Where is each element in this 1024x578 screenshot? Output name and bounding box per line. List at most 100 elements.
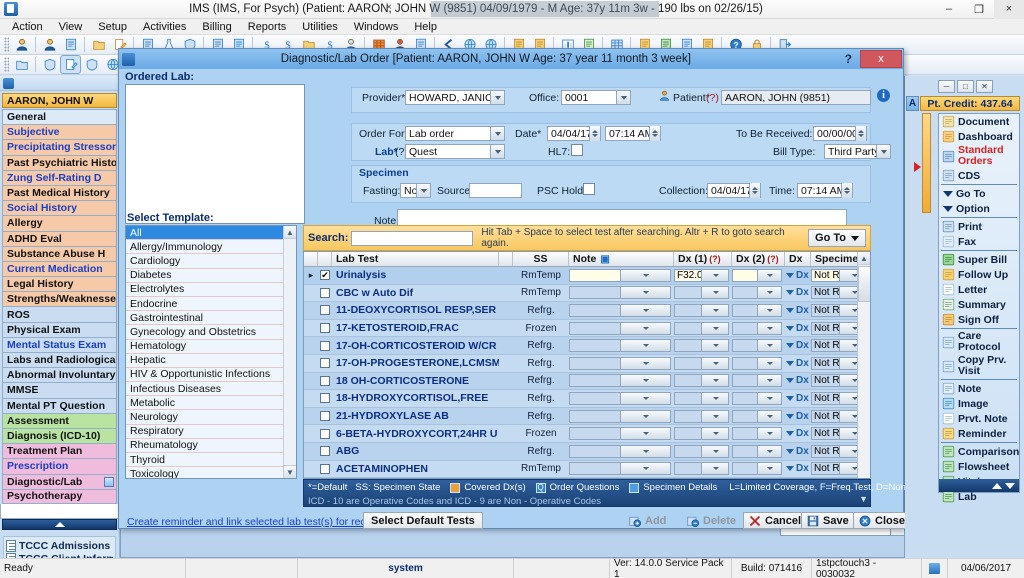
source-input[interactable] [469, 183, 522, 198]
lab-test-row[interactable]: 17-OH-PROGESTERONE,LCMSMS Refrg. Dx Not Req… [304, 354, 870, 373]
chevron-down-icon[interactable] [490, 91, 504, 104]
template-item[interactable]: Endocrine [126, 296, 283, 312]
appointment-button[interactable] [40, 36, 59, 53]
lab-test-row[interactable]: 17-OH-CORTICOSTEROID W/CR Refrg. Dx Not Req… [304, 337, 870, 355]
right-item-document[interactable]: Document [939, 114, 1019, 129]
lab-test-row[interactable]: 6-BETA-HYDROXYCORT,24HR U Frozen Dx Not Req… [304, 425, 870, 443]
lab-test-row[interactable]: 18-HYDROXYCORTISOL,FREE Refrg. Dx Not Req. [304, 390, 870, 408]
template-item[interactable]: Infectious Diseases [126, 382, 283, 397]
chevron-down-icon[interactable] [786, 378, 794, 384]
chevron-down-icon[interactable] [701, 428, 728, 440]
dx1-select[interactable] [674, 303, 729, 317]
note-select[interactable] [569, 444, 671, 458]
note-cell[interactable] [569, 408, 674, 425]
grid-col-dx2[interactable]: Dx (2) (?) [732, 252, 785, 266]
sidebar-item-diagnosis-icd-10[interactable]: Diagnosis (ICD-10) [2, 427, 117, 444]
note-cell[interactable] [569, 460, 674, 477]
right-item-standard-orders[interactable]: Standard Orders [939, 144, 1019, 168]
open-chart-button[interactable] [89, 36, 108, 53]
menu-setup[interactable]: Setup [90, 20, 135, 34]
note-select[interactable] [569, 303, 671, 317]
dx-cell[interactable]: Dx [785, 355, 811, 372]
chevron-down-icon[interactable] [701, 410, 728, 422]
dx-link[interactable]: Dx [796, 463, 809, 474]
dx2-select[interactable] [732, 356, 782, 370]
mdi-minimize-button[interactable]: ─ [938, 80, 955, 93]
menu-view[interactable]: View [51, 20, 91, 34]
chevron-down-icon[interactable] [756, 375, 781, 387]
legend-scroll-down-icon[interactable]: ▼ [859, 494, 868, 504]
dx-cell[interactable]: Dx [785, 425, 811, 442]
dx2-cell[interactable] [732, 337, 785, 354]
grid-vertical-scrollbar[interactable]: ▲ [857, 252, 870, 478]
chevron-down-icon[interactable] [619, 410, 670, 422]
sidebar-item-mmse[interactable]: MMSE [2, 382, 117, 398]
dialog-help-button[interactable]: ? [837, 52, 860, 66]
minimize-button[interactable]: – [934, 0, 964, 19]
row-checkbox-cell[interactable] [318, 425, 332, 442]
row-checkbox-cell[interactable] [318, 408, 332, 425]
sidebar-item-allergy[interactable]: Allergy [2, 215, 117, 231]
sidebar-item-strengths-weaknesses[interactable]: Strengths/Weaknesses [2, 291, 117, 307]
row-checkbox[interactable] [320, 375, 330, 386]
lab-test-row[interactable]: 21-HYDROXYLASE AB Refrg. Dx Not Req. [304, 407, 870, 426]
sidebar-item-prescription[interactable]: Prescription [2, 458, 117, 474]
dx2-cell[interactable] [732, 320, 785, 337]
dx-link[interactable]: Dx [796, 411, 809, 422]
sidebar-patient-tab[interactable]: AARON, JOHN W [2, 93, 117, 108]
chevron-down-icon[interactable] [786, 290, 794, 296]
row-checkbox[interactable] [320, 340, 330, 351]
chevron-down-icon[interactable] [701, 304, 728, 316]
time-spinner[interactable] [649, 126, 660, 141]
bill-type-select[interactable]: Third Party [824, 144, 891, 159]
note-cell[interactable] [569, 372, 674, 389]
delete-button[interactable]: Delete [681, 512, 742, 529]
dx1-select[interactable] [674, 321, 729, 335]
template-item[interactable]: Gastrointestinal [126, 311, 283, 326]
right-sidebar-scroll-controls[interactable] [939, 479, 1019, 492]
chevron-down-icon[interactable] [756, 340, 781, 352]
chevron-down-icon[interactable] [756, 463, 781, 475]
chevron-down-icon[interactable] [876, 145, 890, 158]
right-item-go-to[interactable]: Go To [939, 186, 1019, 201]
right-item-fax[interactable]: Fax [939, 234, 1019, 249]
chevron-down-icon[interactable] [490, 145, 504, 158]
collection-time-spinner[interactable] [841, 183, 852, 198]
row-checkbox[interactable] [320, 323, 330, 334]
grid-col-lab-test[interactable]: Lab Test [332, 252, 499, 266]
info-icon[interactable]: i [877, 89, 890, 102]
select-default-tests-button[interactable]: Select Default Tests [363, 512, 483, 529]
chevron-down-icon[interactable] [619, 357, 670, 369]
note-cell[interactable] [569, 425, 674, 442]
chevron-down-icon[interactable] [756, 304, 781, 316]
chevron-up-icon[interactable] [992, 482, 1002, 489]
psc-hold-checkbox[interactable] [583, 183, 595, 195]
dx-link[interactable]: Dx [796, 446, 809, 457]
template-item[interactable]: HIV & Opportunistic Infections [126, 367, 283, 383]
right-item-super-bill[interactable]: Super Bill [939, 252, 1019, 267]
dx-link[interactable]: Dx [796, 305, 809, 316]
dx-link[interactable]: Dx [796, 393, 809, 404]
right-item-dashboard[interactable]: Dashboard [939, 129, 1019, 144]
toolbar-grip[interactable] [4, 37, 9, 52]
sidebar-item-subjective[interactable]: Subjective [2, 124, 117, 140]
right-item-sign-off[interactable]: Sign Off [939, 312, 1019, 327]
dx2-select[interactable] [732, 391, 782, 405]
dx-cell[interactable]: Dx [785, 284, 811, 301]
mdi-close-button[interactable]: ✕ [976, 80, 993, 93]
right-item-print[interactable]: Print [939, 219, 1019, 234]
maximize-button[interactable]: ❐ [964, 0, 994, 19]
sidebar-item-diagnostic-lab[interactable]: Diagnostic/Lab [2, 473, 117, 489]
lab-select[interactable]: Quest [405, 144, 505, 159]
dx1-cell[interactable] [674, 284, 732, 301]
note-select[interactable] [569, 391, 671, 405]
dx1-select[interactable] [674, 391, 729, 405]
toolbar-grip[interactable] [4, 57, 9, 72]
sidebar-item-abnormal-involuntary-m[interactable]: Abnormal Involuntary M [2, 367, 117, 383]
dx1-cell[interactable] [674, 320, 732, 337]
template-item[interactable]: Toxicology [126, 467, 283, 478]
note-select[interactable] [569, 409, 671, 423]
chevron-down-icon[interactable] [786, 343, 794, 349]
template-item[interactable]: Electrolytes [126, 282, 283, 297]
template-item[interactable]: Hematology [126, 339, 283, 354]
